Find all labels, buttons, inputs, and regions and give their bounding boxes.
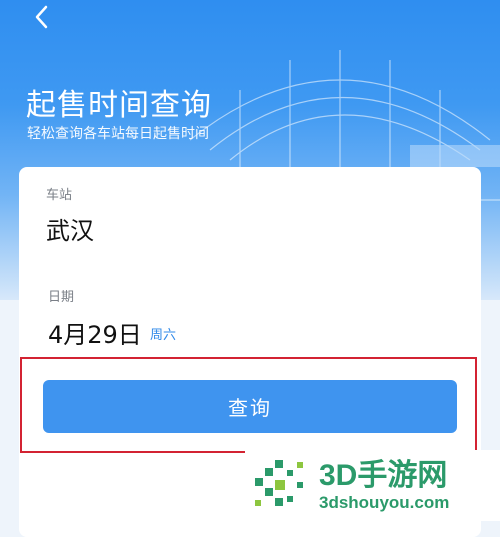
back-button[interactable] — [30, 5, 54, 29]
watermark-url: 3dshouyou.com — [319, 492, 450, 512]
watermark-text: 3D手游网 3dshouyou.com — [319, 459, 449, 513]
station-value: 武汉 — [46, 217, 94, 245]
weekday-label: 周六 — [150, 328, 177, 343]
watermark: 3D手游网 3dshouyou.com — [245, 450, 500, 521]
chevron-left-icon — [35, 5, 48, 29]
date-label: 日期 — [48, 290, 75, 305]
station-label: 车站 — [46, 188, 73, 203]
date-value: 4月29日 — [48, 321, 142, 349]
query-button[interactable]: 查询 — [43, 380, 457, 433]
page-title: 起售时间查询 — [26, 88, 212, 123]
brand-logo — [255, 459, 303, 506]
page-subtitle: 轻松查询各车站每日起售时间 — [27, 126, 209, 142]
station-field[interactable]: 车站 武汉 — [19, 177, 481, 247]
watermark-brand: 3D手游网 — [319, 458, 448, 492]
date-field[interactable]: 日期 4月29日 周六 — [19, 279, 481, 354]
